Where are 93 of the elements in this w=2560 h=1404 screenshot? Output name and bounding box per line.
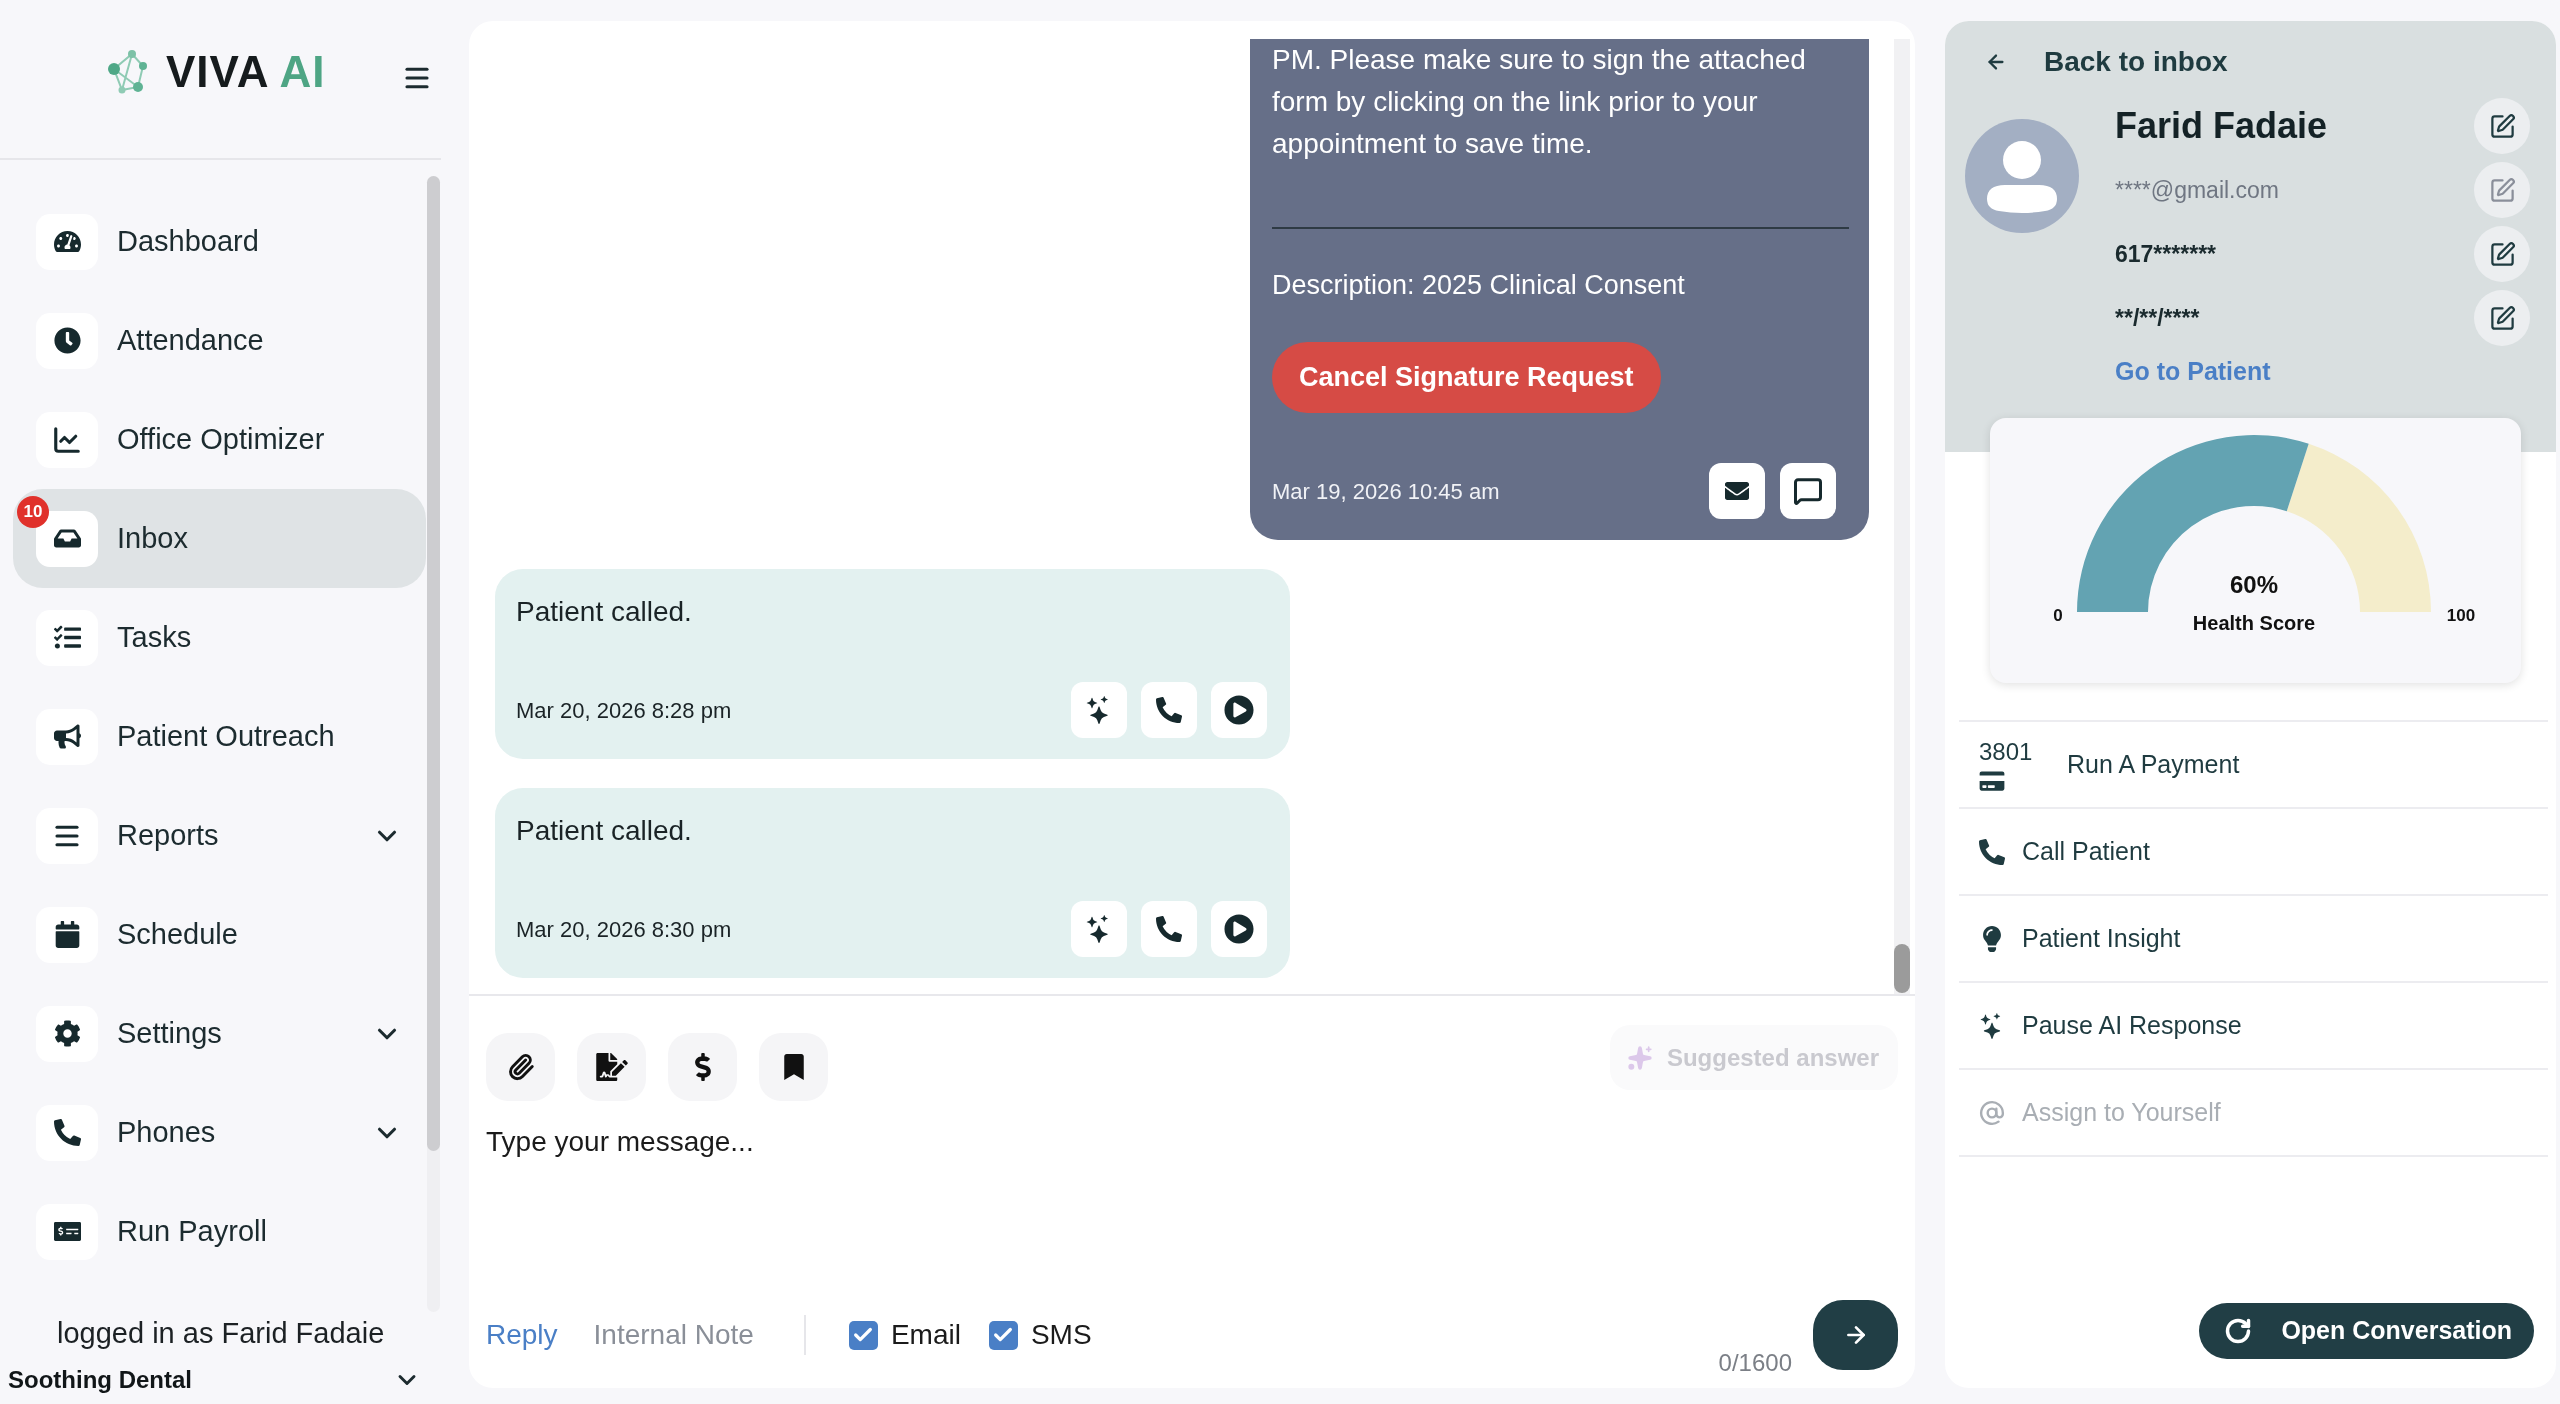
nav-item[interactable]: Phones — [13, 1083, 426, 1182]
nav-item[interactable]: Reports — [13, 786, 426, 885]
cancel-signature-button[interactable]: Cancel Signature Request — [1272, 342, 1661, 413]
calendar-icon — [36, 906, 98, 963]
organization-dropdown[interactable]: Soothing Dental — [0, 1356, 441, 1404]
bookmark-button[interactable] — [759, 1033, 828, 1101]
checkbox-label: SMS — [1030, 1318, 1092, 1352]
gauge-max-label: 100 — [2446, 605, 2476, 628]
patient-detail: 617******* — [2115, 239, 2217, 269]
ai-summary-button[interactable] — [1071, 901, 1127, 957]
checklist-icon — [36, 609, 98, 666]
message-timestamp: Mar 20, 2026 8:30 pm — [516, 915, 732, 944]
play-button[interactable] — [1211, 682, 1267, 738]
action-item[interactable]: 3801 Run A Payment — [1959, 722, 2548, 809]
nav-item[interactable]: Settings — [13, 984, 426, 1083]
file-signature-icon — [595, 1053, 628, 1081]
avatar-icon — [1965, 119, 2079, 233]
refresh-icon — [2224, 1317, 2253, 1345]
edit-icon — [2488, 176, 2516, 204]
score-label: Health Score — [2192, 611, 2316, 636]
credit-card-icon — [1979, 769, 2005, 792]
sms-button[interactable] — [1780, 463, 1836, 519]
call-button[interactable] — [1141, 682, 1197, 738]
dollar-card-icon — [36, 1203, 98, 1260]
network-logo-icon — [106, 49, 150, 95]
message-timestamp: Mar 19, 2026 10:45 am — [1272, 477, 1500, 506]
checkbox[interactable] — [988, 1320, 1018, 1350]
envelope-icon — [1723, 479, 1751, 503]
patient-detail: ****@gmail.com — [2115, 175, 2279, 205]
phone-icon — [36, 1104, 98, 1161]
at-sign-icon — [1979, 1099, 2005, 1126]
score-percentage: 60% — [2230, 570, 2278, 600]
nav-item[interactable]: Dashboard — [13, 192, 426, 291]
sparkles-icon — [1626, 1044, 1653, 1071]
edit-icon — [2488, 304, 2516, 332]
composer-tab[interactable]: Reply — [486, 1314, 558, 1356]
edit-icon — [2488, 112, 2516, 140]
attach-file-button[interactable] — [486, 1033, 555, 1101]
signature-button[interactable] — [577, 1033, 646, 1101]
play-icon — [1224, 695, 1254, 725]
phone-icon — [1979, 838, 2005, 865]
character-count: 0/1600 — [1718, 1348, 1792, 1378]
checkbox[interactable] — [848, 1320, 878, 1350]
message-text: PM. Please make sure to sign the attached form by clicking on the link prior to your appointment to save time. — [1272, 43, 1807, 161]
dollar-icon — [693, 1053, 712, 1081]
email-button[interactable] — [1709, 463, 1765, 519]
message-text: Patient called. — [516, 595, 693, 629]
payment-button[interactable] — [668, 1033, 737, 1101]
nav-item[interactable]: Patient Outreach — [13, 687, 426, 786]
edit-button[interactable] — [2474, 290, 2530, 346]
paperclip-icon — [506, 1053, 535, 1081]
count-badge: 10 — [17, 496, 49, 528]
logged-in-text: logged in as Farid Fadaie — [57, 1316, 385, 1352]
speedometer-icon — [36, 213, 98, 270]
checkbox-label: Email — [890, 1318, 961, 1352]
gear-icon — [36, 1005, 98, 1062]
action-item[interactable]: Call Patient — [1959, 809, 2548, 896]
gauge-min-label: 0 — [2053, 605, 2063, 628]
phone-icon — [1156, 697, 1182, 723]
phone-icon — [1156, 916, 1182, 942]
clock-icon — [36, 312, 98, 369]
send-button[interactable] — [1813, 1300, 1898, 1370]
edit-icon — [2488, 240, 2516, 268]
patient-detail: **/**/**** — [2115, 303, 2200, 333]
lines-icon — [36, 807, 98, 864]
action-item[interactable]: Pause AI Response — [1959, 983, 2548, 1070]
ai-summary-button[interactable] — [1071, 682, 1127, 738]
message-text: Patient called. — [516, 814, 693, 848]
call-button[interactable] — [1141, 901, 1197, 957]
edit-button[interactable] — [2474, 226, 2530, 282]
megaphone-icon — [36, 708, 98, 765]
nav-item[interactable]: Schedule — [13, 885, 426, 984]
nav-item[interactable]: Tasks — [13, 588, 426, 687]
line-chart-icon — [36, 411, 98, 468]
play-icon — [1224, 914, 1254, 944]
back-to-inbox-link[interactable]: Back to inbox — [1985, 42, 2228, 82]
message-field[interactable]: Type your message... — [486, 1123, 1898, 1273]
card-last-digits: 3801 — [1979, 737, 2033, 766]
logo-wordmark: VIVA AI — [166, 49, 326, 95]
open-conversation-button[interactable]: Open Conversation — [2199, 1303, 2534, 1359]
chat-bubble-icon — [1793, 476, 1823, 506]
nav-item[interactable]: Attendance — [13, 291, 426, 390]
nav-item[interactable]: Office Optimizer — [13, 390, 426, 489]
message-timestamp: Mar 20, 2026 8:28 pm — [516, 696, 732, 725]
action-item[interactable]: Patient Insight — [1959, 896, 2548, 983]
nav-item[interactable]: Run Payroll — [13, 1182, 426, 1281]
patient-name: Farid Fadaie — [2115, 104, 2328, 148]
edit-button[interactable] — [2474, 98, 2530, 154]
scrollbar-thumb[interactable] — [1894, 944, 1910, 993]
play-button[interactable] — [1211, 901, 1267, 957]
message-description: Description: 2025 Clinical Consent — [1272, 269, 1686, 302]
nav-item[interactable]: Inbox 10 — [13, 489, 426, 588]
bookmark-icon — [783, 1054, 804, 1080]
